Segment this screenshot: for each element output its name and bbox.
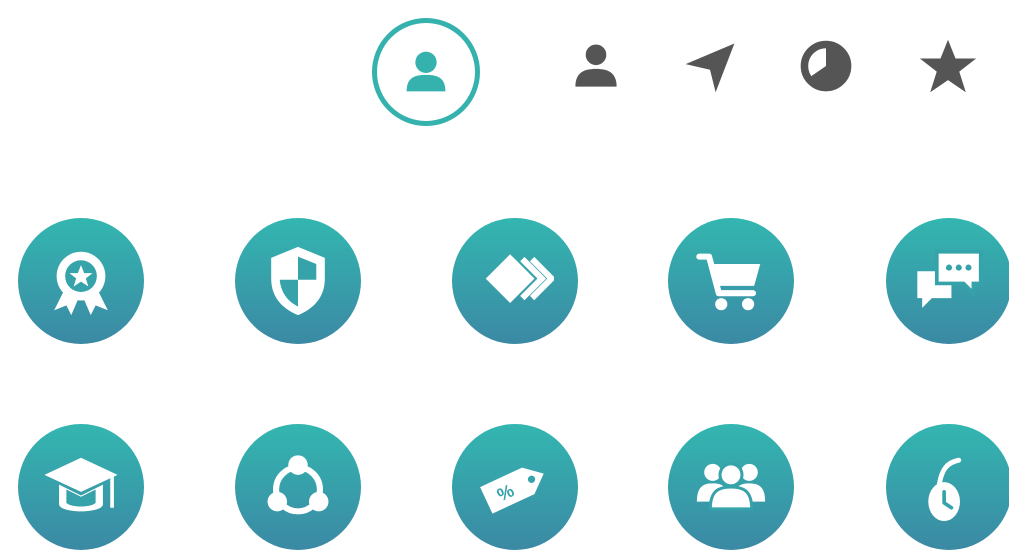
graduation-cap-icon xyxy=(44,457,118,512)
user-tab[interactable] xyxy=(560,30,632,102)
selected-user-tab[interactable] xyxy=(372,18,480,126)
share-icon xyxy=(267,455,329,515)
chat-icon xyxy=(917,249,983,308)
discount-tag-icon: % xyxy=(480,467,544,514)
shield-icon xyxy=(271,246,325,316)
education-button[interactable] xyxy=(18,424,144,550)
history-tab[interactable] xyxy=(790,30,862,102)
discount-button[interactable]: % xyxy=(452,424,578,550)
shopping-cart-button[interactable] xyxy=(668,218,794,344)
favorites-tab[interactable] xyxy=(912,30,984,102)
chat-button[interactable] xyxy=(886,218,1009,344)
navigation-tab[interactable] xyxy=(674,30,746,102)
award-button[interactable] xyxy=(18,218,144,344)
group-button[interactable] xyxy=(668,424,794,550)
security-button[interactable] xyxy=(235,218,361,344)
forward-cards-icon xyxy=(485,254,554,303)
pie-chart-icon xyxy=(800,40,852,92)
mouse-clock-icon xyxy=(928,457,962,522)
award-icon xyxy=(54,251,108,316)
shopping-cart-icon xyxy=(696,253,761,311)
mouse-clock-button[interactable] xyxy=(886,424,1009,550)
group-icon xyxy=(696,462,766,511)
forward-button[interactable] xyxy=(452,218,578,344)
star-icon xyxy=(919,39,977,93)
user-icon xyxy=(575,44,617,87)
share-button[interactable] xyxy=(235,424,361,550)
navigation-icon xyxy=(685,43,735,93)
user-icon xyxy=(406,51,446,92)
